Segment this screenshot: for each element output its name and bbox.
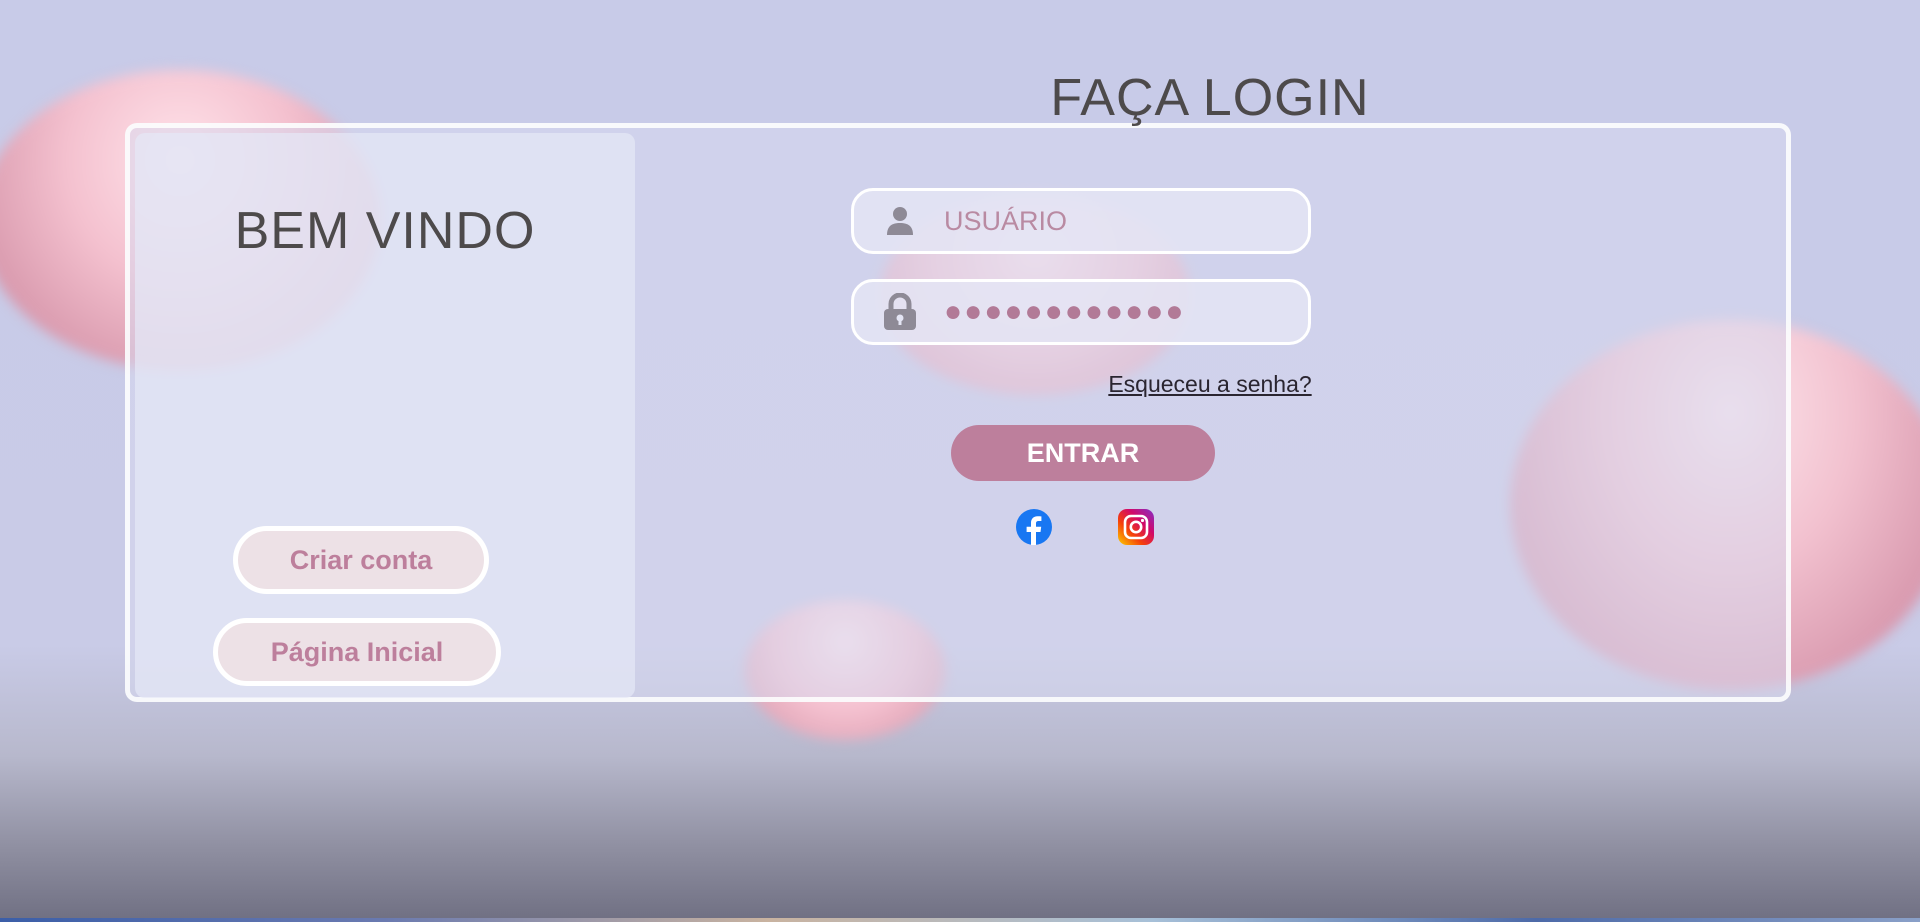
login-title: FAÇA LOGIN <box>1050 69 1370 127</box>
welcome-panel: BEM VINDO Criar conta Página Inicial <box>135 133 635 698</box>
create-account-button[interactable]: Criar conta <box>233 526 489 594</box>
taskbar-edge <box>0 918 1920 922</box>
instagram-icon[interactable] <box>1117 508 1155 546</box>
background: BEM VINDO Criar conta Página Inicial FAÇ… <box>0 0 1920 922</box>
password-field[interactable] <box>851 279 1311 345</box>
user-icon <box>880 201 920 241</box>
username-input[interactable] <box>942 204 1286 238</box>
home-page-button[interactable]: Página Inicial <box>213 618 501 686</box>
forgot-password-link[interactable]: Esqueceu a senha? <box>935 371 1485 398</box>
enter-button[interactable]: ENTRAR <box>951 425 1215 481</box>
facebook-icon[interactable] <box>1015 508 1053 546</box>
username-field[interactable] <box>851 188 1311 254</box>
password-input[interactable] <box>942 294 1286 330</box>
lock-icon <box>880 292 920 332</box>
welcome-title: BEM VINDO <box>234 202 536 260</box>
